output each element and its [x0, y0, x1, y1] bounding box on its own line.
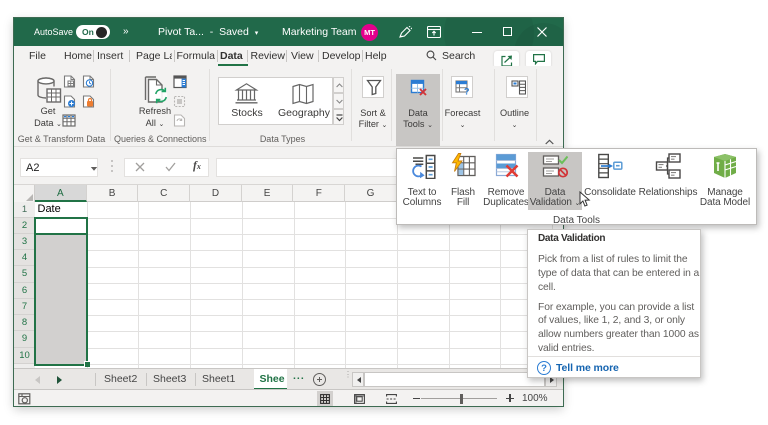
svg-text:?: ? [464, 86, 470, 96]
